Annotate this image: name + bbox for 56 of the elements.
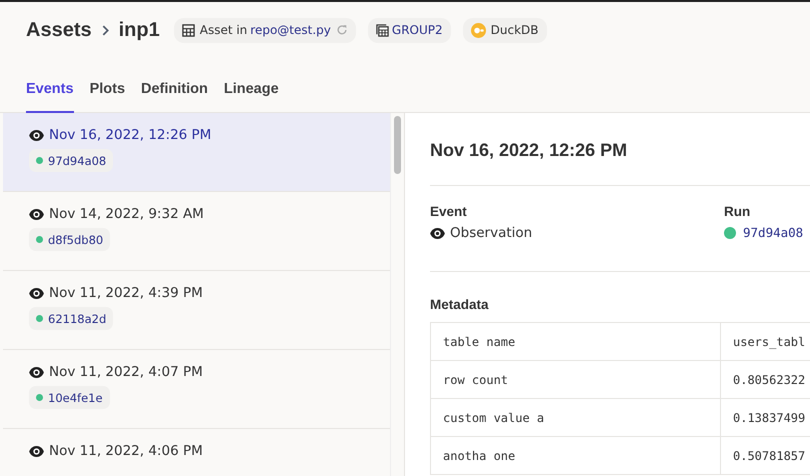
event-time: Nov 11, 2022, 4:06 PM [49,443,203,459]
status-dot [36,236,43,243]
eye-icon [29,288,44,298]
reload-icon[interactable] [336,24,348,36]
event-time: Nov 16, 2022, 12:26 PM [49,127,212,143]
tag-label: Asset in [200,23,248,37]
eye-icon [29,446,44,456]
run-tag[interactable]: 97d94a08 [29,149,114,172]
event-list-item[interactable]: Nov 11, 2022, 4:07 PM 10e4fe1e [3,350,390,429]
table-icon [182,24,195,36]
repo-link[interactable]: repo@test.py [250,23,331,37]
event-list-item[interactable]: Nov 11, 2022, 4:06 PM [3,429,390,476]
event-time: Nov 11, 2022, 4:07 PM [49,364,203,380]
table-cell: row count [430,360,720,398]
table-cell: table name [430,322,720,360]
section-label: Metadata [430,297,490,312]
event-type: Observation [450,225,532,241]
page-title: inp1 [118,18,160,42]
breadcrumb-link[interactable]: Assets [26,18,92,42]
run-id: 62118a2d [48,312,106,326]
eye-icon [29,366,44,378]
table-cell: anotha one [430,436,720,474]
eye-icon [29,208,44,220]
scrollbar[interactable] [390,113,405,476]
table-cell: custom value a [430,398,720,436]
eye-icon [430,228,445,238]
group-link[interactable]: GROUP2 [392,23,443,37]
event-list-item[interactable]: Nov 11, 2022, 4:39 PM 62118a2d [3,271,390,350]
run-id: 10e4fe1e [48,390,103,404]
stacked-table-icon [376,24,389,36]
field-label: Run [724,204,752,219]
tab[interactable]: Plots [90,81,126,113]
status-dot [36,157,43,164]
event-list-item[interactable]: Nov 14, 2022, 9:32 AM d8f5db80 [3,192,390,271]
tab[interactable]: Lineage [224,81,279,113]
chevron-icon [102,24,109,36]
run-link[interactable]: 97d94a08 [743,225,804,240]
run-tag[interactable]: 10e4fe1e [29,386,110,409]
run-id: 97d94a08 [48,154,106,168]
run-tag[interactable]: 62118a2d [29,307,114,330]
table-cell: users_tabl [720,322,810,360]
event-title: Nov 16, 2022, 12:26 PM [430,140,628,161]
run-tag[interactable]: d8f5db80 [29,228,110,251]
event-time: Nov 14, 2022, 9:32 AM [49,206,204,222]
status-dot [36,315,43,322]
scrollbar-thumb[interactable] [394,116,401,174]
field-label: Event [430,204,468,219]
tag-label: DuckDB [490,23,539,37]
event-time: Nov 11, 2022, 4:39 PM [49,285,203,301]
status-dot [36,394,43,401]
run-id: d8f5db80 [48,232,104,246]
event-list-item[interactable]: Nov 16, 2022, 12:26 PM 97d94a08 [3,113,390,192]
status-dot [724,226,736,238]
duck-logo-icon [470,22,486,38]
eye-icon [29,130,44,140]
tab[interactable]: Definition [141,81,208,113]
